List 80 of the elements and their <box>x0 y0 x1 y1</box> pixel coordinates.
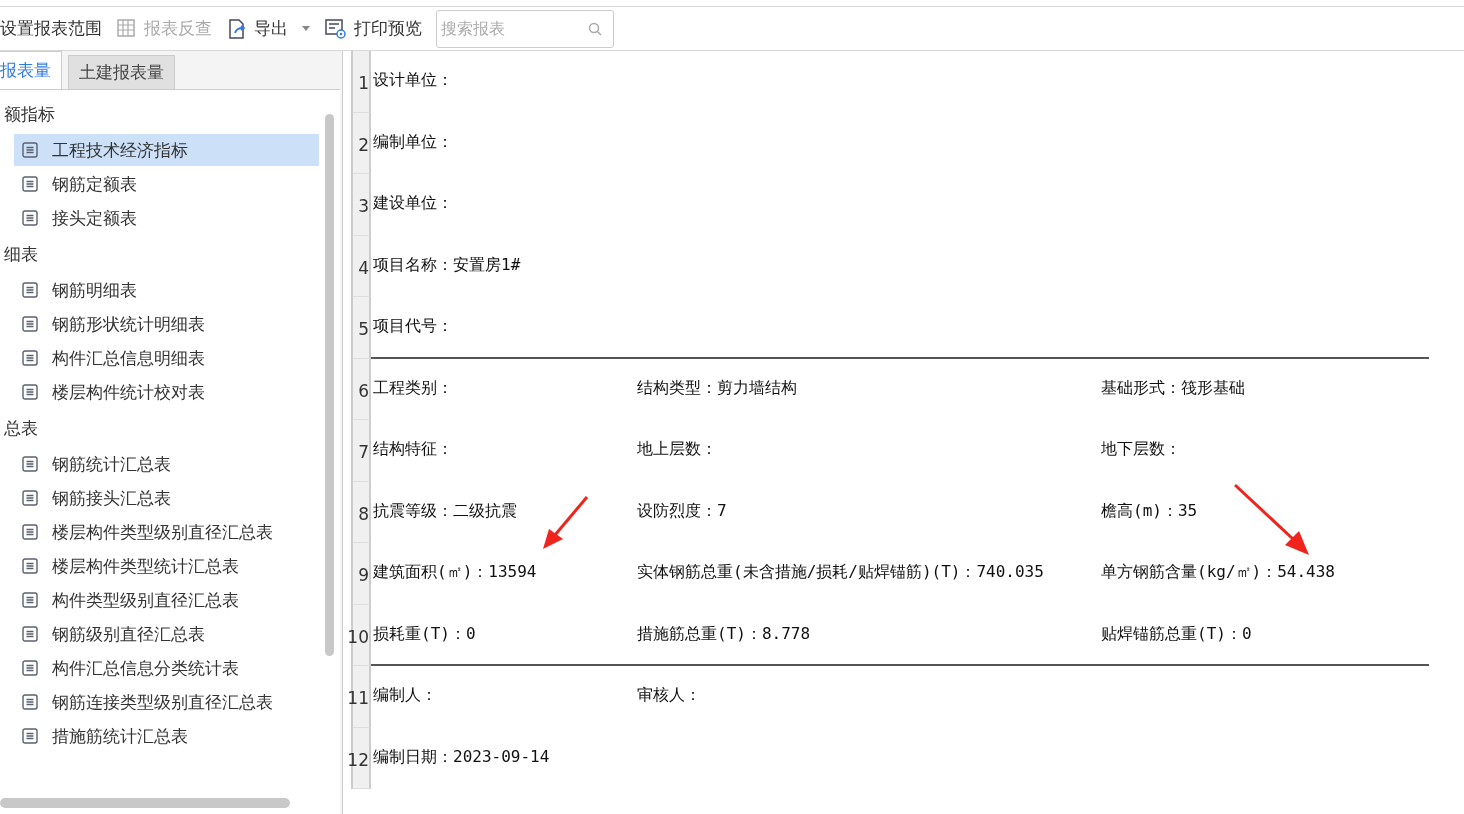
report-field: 檐高(m)：35 <box>1099 500 1198 522</box>
tree-item[interactable]: 钢筋连接类型级别直径汇总表 <box>14 686 319 718</box>
row-number: 3 <box>353 174 371 236</box>
export-button[interactable]: 导出 <box>226 17 310 40</box>
tree-item[interactable]: 钢筋形状统计明细表 <box>14 308 319 340</box>
report-field: 工程类别： <box>371 377 635 399</box>
tree-group-label[interactable]: 总表 <box>4 416 38 440</box>
search-icon <box>588 21 602 36</box>
arrow-drawing <box>541 495 591 551</box>
tree-item[interactable]: 钢筋统计汇总表 <box>14 448 319 480</box>
report-field: 贴焊锚筋总重(T)：0 <box>1099 623 1252 645</box>
tree-item[interactable]: 构件汇总信息明细表 <box>14 342 319 374</box>
report-field: 结构类型：剪力墙结构 <box>635 377 1099 399</box>
tab[interactable]: 土建报表量 <box>68 55 175 89</box>
report-field: 设计单位： <box>371 70 635 92</box>
tree-item[interactable]: 钢筋明细表 <box>14 274 319 306</box>
tree-item[interactable]: 钢筋级别直径汇总表 <box>14 618 319 650</box>
tree-item[interactable]: 构件汇总信息分类统计表 <box>14 652 319 684</box>
search-field[interactable]: 搜索报表 <box>436 9 614 48</box>
document-icon <box>22 142 38 158</box>
report-field: 抗震等级：二级抗震 <box>371 500 635 522</box>
document-icon <box>22 282 38 298</box>
grid-icon <box>116 17 138 40</box>
row-number: 1 <box>353 51 371 113</box>
row-number: 4 <box>353 235 371 297</box>
tree-item[interactable]: 楼层构件统计校对表 <box>14 376 319 408</box>
scrollbar[interactable] <box>0 798 290 808</box>
tree-item[interactable]: 楼层构件类型统计汇总表 <box>14 550 319 582</box>
document-icon <box>22 490 38 506</box>
report-field: 编制人： <box>371 685 635 707</box>
report-field: 实体钢筋总重(未含措施/损耗/贴焊锚筋)(T)：740.035 <box>635 562 1099 584</box>
tab[interactable]: 报表量 <box>0 51 62 89</box>
tree-item[interactable]: 钢筋定额表 <box>14 168 319 200</box>
report-field: 结构特征： <box>371 439 635 461</box>
report-field: 编制日期：2023-09-14 <box>371 746 635 768</box>
document-icon <box>22 728 38 744</box>
row-number: 5 <box>353 297 371 359</box>
report-field: 项目名称：安置房1# <box>371 254 635 276</box>
scrollbar[interactable] <box>325 114 334 656</box>
document-icon <box>22 694 38 710</box>
report-field: 编制单位： <box>371 131 635 153</box>
document-icon <box>22 316 38 332</box>
document-icon <box>22 210 38 226</box>
row-number: 6 <box>353 358 371 420</box>
report-field: 项目代号： <box>371 316 635 338</box>
document-icon <box>22 350 38 366</box>
report-field: 地上层数： <box>635 439 1099 461</box>
document-icon <box>22 626 38 642</box>
tree-group-label[interactable]: 额指标 <box>4 102 55 126</box>
row-number: 9 <box>353 543 371 605</box>
report-field: 设防烈度：7 <box>635 500 1099 522</box>
document-icon <box>22 592 38 608</box>
report-field: 建筑面积(㎡)：13594 <box>371 562 635 584</box>
report-field: 基础形式：筏形基础 <box>1099 377 1245 399</box>
document-icon <box>22 384 38 400</box>
report-field: 单方钢筋含量(kg/㎡)：54.438 <box>1099 562 1335 584</box>
document-icon <box>22 176 38 192</box>
row-number: 8 <box>353 481 371 543</box>
report-field: 审核人： <box>635 685 1099 707</box>
set-range-button[interactable]: 设置报表范围 <box>0 17 102 40</box>
document-arrow-icon <box>226 17 248 40</box>
document-icon <box>22 558 38 574</box>
document-icon <box>22 660 38 676</box>
document-icon <box>22 456 38 472</box>
tree-group-label[interactable]: 细表 <box>4 242 38 266</box>
tree-item[interactable]: 构件类型级别直径汇总表 <box>14 584 319 616</box>
tree-item[interactable]: 楼层构件类型级别直径汇总表 <box>14 516 319 548</box>
report-field: 措施筋总重(T)：8.778 <box>635 623 1099 645</box>
print-preview-icon <box>324 17 348 40</box>
tree-item[interactable]: 措施筋统计汇总表 <box>14 720 319 752</box>
report-field: 损耗重(T)：0 <box>371 623 635 645</box>
tree-item[interactable]: 钢筋接头汇总表 <box>14 482 319 514</box>
report-field: 地下层数： <box>1099 439 1181 461</box>
tree-item[interactable]: 接头定额表 <box>14 202 319 234</box>
document-icon <box>22 524 38 540</box>
row-number: 2 <box>353 112 371 174</box>
row-number: 7 <box>353 420 371 482</box>
report-field: 建设单位： <box>371 193 635 215</box>
print-button[interactable]: 打印预览 <box>324 17 422 40</box>
tree-item[interactable]: 工程技术经济指标 <box>14 134 319 166</box>
